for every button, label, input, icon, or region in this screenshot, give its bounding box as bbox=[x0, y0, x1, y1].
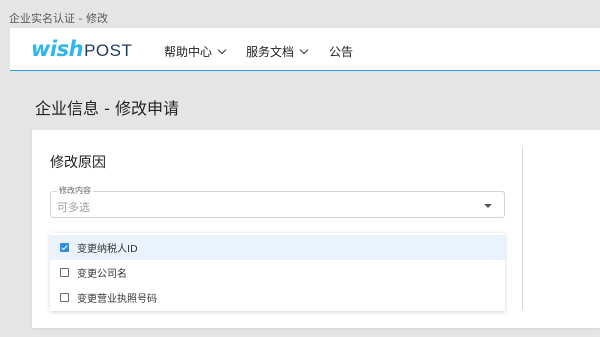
caret-down-icon[interactable] bbox=[484, 204, 492, 208]
option-label: 变更公司名 bbox=[77, 269, 127, 280]
logo-wish-text: wish bbox=[31, 37, 84, 61]
nav-help-center-label: 帮助中心 bbox=[164, 45, 213, 59]
nav-announcements-label: 公告 bbox=[329, 45, 354, 59]
nav-service-docs[interactable]: 服务文档 bbox=[246, 43, 309, 60]
section-title: 修改原因 bbox=[50, 155, 106, 171]
chevron-down-icon bbox=[217, 45, 227, 54]
checkbox-icon[interactable] bbox=[60, 268, 69, 277]
window-title: 企业实名认证 - 修改 bbox=[9, 12, 108, 25]
nav-announcements[interactable]: 公告 bbox=[329, 43, 353, 60]
option-change-taxpayer-id[interactable]: 变更纳税人ID bbox=[50, 235, 505, 260]
option-label: 变更营业执照号码 bbox=[77, 294, 157, 305]
nav-service-docs-label: 服务文档 bbox=[246, 45, 295, 59]
options-dropdown: 变更纳税人ID 变更公司名 变更营业执照号码 bbox=[50, 233, 505, 311]
field-label: 修改内容 bbox=[57, 185, 93, 196]
page-title: 企业信息 - 修改申请 bbox=[35, 99, 179, 118]
top-navigation-bar: wish POST 帮助中心 服务文档 公告 bbox=[10, 28, 600, 71]
logo-post-text: POST bbox=[84, 41, 133, 60]
chevron-down-icon bbox=[299, 45, 309, 54]
checkbox-icon[interactable] bbox=[60, 293, 69, 302]
nav-help-center[interactable]: 帮助中心 bbox=[164, 43, 227, 60]
option-label: 变更纳税人ID bbox=[77, 244, 138, 255]
field-placeholder: 可多选 bbox=[57, 201, 90, 214]
modify-content-select[interactable]: 修改内容 可多选 bbox=[50, 185, 505, 218]
card-divider bbox=[522, 147, 523, 310]
wishpost-logo[interactable]: wish POST bbox=[31, 37, 132, 61]
checkbox-checked-icon[interactable] bbox=[60, 243, 69, 252]
option-change-company-name[interactable]: 变更公司名 bbox=[50, 260, 505, 285]
option-change-license-number[interactable]: 变更营业执照号码 bbox=[50, 285, 505, 310]
